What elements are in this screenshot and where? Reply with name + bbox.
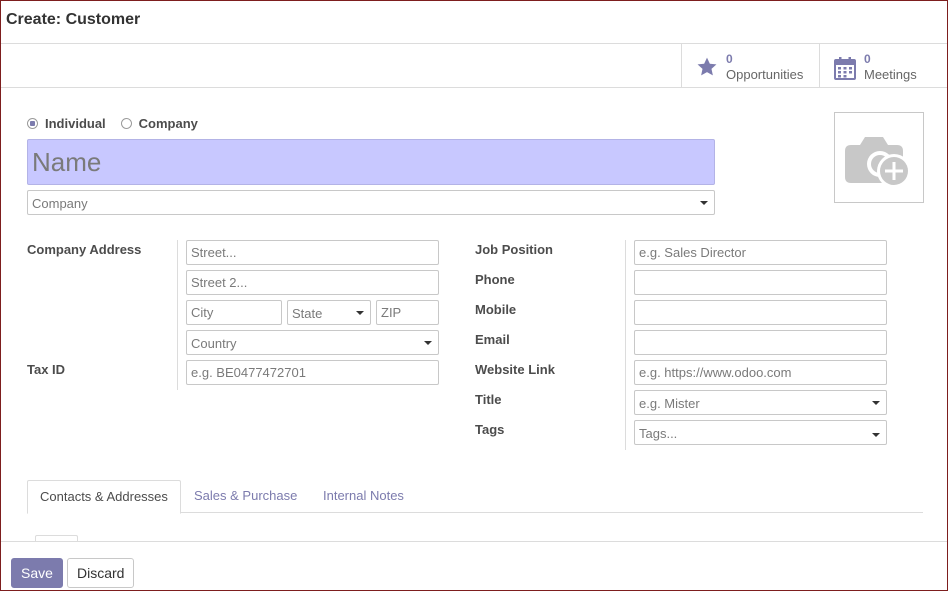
notebook-tabs: Contacts & Addresses Sales & Purchase In… <box>27 480 923 514</box>
website-input[interactable] <box>634 360 887 385</box>
tab-contacts-addresses[interactable]: Contacts & Addresses <box>27 480 181 514</box>
meetings-label: Meetings <box>864 67 917 82</box>
company-type-label[interactable]: Company <box>139 116 198 131</box>
street-input[interactable] <box>186 240 439 265</box>
chevron-down-icon <box>356 311 364 315</box>
individual-label[interactable]: Individual <box>45 116 106 131</box>
form-window: Create: Customer 0 Opportunities 0 Meeti… <box>0 0 948 591</box>
chevron-down-icon <box>872 433 880 437</box>
page-title: Create: Customer <box>6 11 141 28</box>
tax-id-input[interactable] <box>186 360 439 385</box>
calendar-icon <box>834 56 856 83</box>
tab-internal-notes[interactable]: Internal Notes <box>311 480 416 513</box>
country-select-placeholder: Country <box>191 336 237 351</box>
discard-button[interactable]: Discard <box>67 558 135 588</box>
mobile-label: Mobile <box>475 302 517 317</box>
tab-sales-purchase[interactable]: Sales & Purchase <box>182 480 309 513</box>
opportunities-label: Opportunities <box>726 67 804 82</box>
email-input[interactable] <box>634 330 887 355</box>
company-address-label: Company Address <box>27 242 142 257</box>
chevron-down-icon <box>700 201 708 205</box>
opportunities-count: 0 <box>726 52 733 66</box>
name-input[interactable] <box>27 139 715 185</box>
form-sheet: Individual Company Company Company Addre… <box>1 89 947 545</box>
save-button[interactable]: Save <box>11 558 63 588</box>
left-group-divider <box>177 240 178 390</box>
individual-radio[interactable] <box>27 118 38 129</box>
mobile-input[interactable] <box>634 300 887 325</box>
title-select-placeholder: e.g. Mister <box>639 396 700 411</box>
meetings-count: 0 <box>864 52 871 66</box>
website-label: Website Link <box>475 362 555 377</box>
email-label: Email <box>475 332 510 347</box>
smart-button-bar: 0 Opportunities 0 Meetings <box>1 44 947 88</box>
zip-input[interactable] <box>376 300 439 325</box>
right-group-divider <box>625 240 626 450</box>
avatar-upload[interactable] <box>834 112 924 203</box>
tags-select[interactable]: Tags... <box>634 420 887 445</box>
phone-label: Phone <box>475 272 515 287</box>
street2-input[interactable] <box>186 270 439 295</box>
title-select[interactable]: e.g. Mister <box>634 390 887 415</box>
company-radio[interactable] <box>120 118 132 129</box>
title-label: Title <box>475 392 502 407</box>
country-select[interactable]: Country <box>186 330 439 355</box>
star-icon <box>696 56 718 81</box>
tags-label: Tags <box>475 422 505 437</box>
state-select-placeholder: State <box>292 306 323 321</box>
state-select[interactable]: State <box>287 300 371 325</box>
company-select-placeholder: Company <box>32 196 88 211</box>
city-input[interactable] <box>186 300 282 325</box>
opportunities-button[interactable]: 0 Opportunities <box>681 44 819 88</box>
control-panel-header: Create: Customer <box>1 1 947 44</box>
chevron-down-icon <box>424 341 432 345</box>
phone-input[interactable] <box>634 270 887 295</box>
company-select[interactable]: Company <box>27 190 715 215</box>
tax-id-label: Tax ID <box>27 362 66 377</box>
meetings-button[interactable]: 0 Meetings <box>819 44 947 88</box>
tags-select-placeholder: Tags... <box>639 426 678 441</box>
chevron-down-icon <box>872 401 880 405</box>
company-type-selector: Individual Company <box>27 116 213 131</box>
form-footer: Save Discard <box>1 541 947 590</box>
camera-add-icon <box>845 137 911 188</box>
job-position-input[interactable] <box>634 240 887 265</box>
job-position-label: Job Position <box>475 242 553 257</box>
